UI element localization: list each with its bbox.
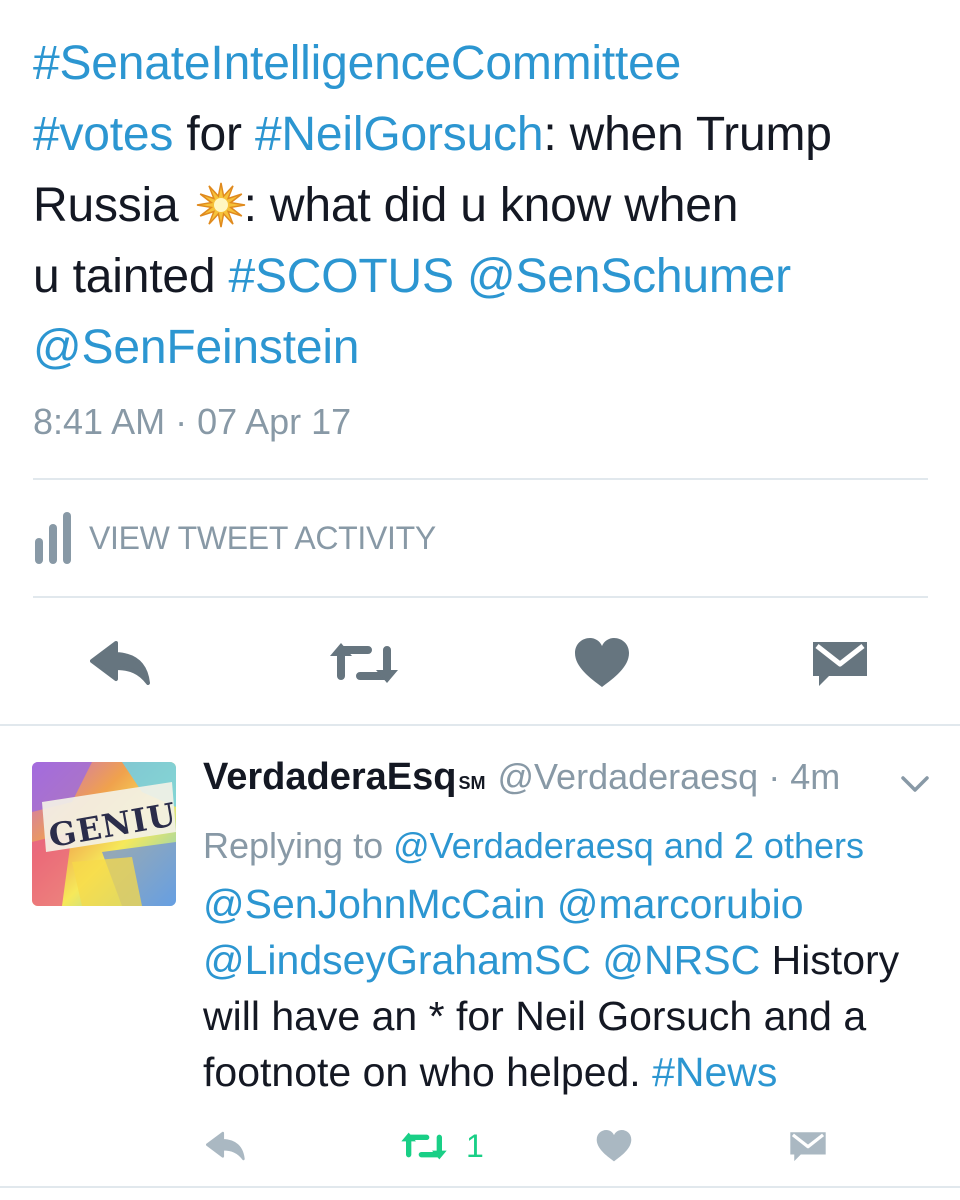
like-button[interactable] (570, 628, 634, 698)
reply-text: @SenJohnMcCain @marcorubio @LindseyGraham… (203, 876, 943, 1100)
chevron-down-icon[interactable] (900, 774, 930, 796)
collision-emoji-icon (196, 182, 245, 228)
tweet-text-segment (545, 881, 556, 927)
envelope-icon (813, 642, 867, 686)
mention-link[interactable]: @SenJohnMcCain (203, 881, 545, 927)
display-name[interactable]: VerdaderaEsq (203, 756, 456, 799)
text-line: footnote on who helped. #News (203, 1044, 943, 1100)
text-line: u tainted #SCOTUS @SenSchumer (33, 241, 943, 312)
bar-chart-icon (35, 512, 71, 564)
tweet-action-bar (0, 628, 960, 698)
hashtag-link[interactable]: #News (652, 1049, 777, 1095)
view-tweet-activity-link[interactable]: VIEW TWEET ACTIVITY (33, 512, 436, 564)
main-tweet: #SenateIntelligenceCommittee #votes for #… (0, 0, 960, 724)
tweet-text-segment: : when Trump (543, 108, 832, 161)
tweet-text-segment (454, 250, 467, 303)
text-line: #votes for #NeilGorsuch: when Trump (33, 99, 943, 170)
heart-icon (575, 638, 629, 687)
replying-prefix: Replying to (203, 825, 394, 866)
tweet-text-segment: u tainted (33, 250, 229, 303)
handle-and-time[interactable]: @Verdaderaesq · 4m (497, 756, 840, 798)
reply-tweet[interactable]: GENIUS VerdaderaEsq SM @Verdaderaesq · 4… (0, 726, 960, 1200)
reply-header: VerdaderaEsq SM @Verdaderaesq · 4m (203, 756, 840, 812)
view-tweet-activity-label: VIEW TWEET ACTIVITY (89, 519, 436, 556)
reply-icon (90, 641, 150, 685)
mention-link[interactable]: @marcorubio (557, 881, 804, 927)
text-line: Russia : what did u know when (33, 170, 943, 241)
hashtag-link[interactable]: #SCOTUS (229, 250, 455, 303)
tweet-text: #SenateIntelligenceCommittee #votes for #… (33, 28, 943, 383)
heart-icon (596, 1130, 632, 1162)
hashtag-link[interactable]: #NeilGorsuch (255, 108, 544, 161)
mention-link[interactable]: @SenFeinstein (33, 321, 360, 374)
envelope-icon (790, 1132, 826, 1162)
replying-targets-link[interactable]: @Verdaderaesq and 2 others (393, 825, 864, 866)
tweet-text-segment: Russia (33, 179, 192, 232)
retweet-button[interactable]: 1 (400, 1124, 510, 1168)
tweet-text-segment: will have an * for Neil Gorsuch and a (203, 993, 867, 1039)
mention-link[interactable]: @LindseyGrahamSC (203, 937, 591, 983)
replying-to: Replying to @Verdaderaesq and 2 others (203, 822, 864, 870)
hashtag-link[interactable]: #SenateIntelligenceCommittee (33, 37, 681, 90)
tweet-text-segment: for (173, 108, 255, 161)
divider (0, 1186, 960, 1188)
reply-icon (206, 1131, 245, 1161)
retweet-icon (401, 1132, 447, 1160)
mention-link[interactable]: @SenSchumer (467, 250, 791, 303)
retweet-button[interactable] (324, 628, 404, 698)
text-line: #SenateIntelligenceCommittee (33, 28, 943, 99)
mention-link[interactable]: @NRSC (602, 937, 760, 983)
retweet-count: 1 (466, 1127, 484, 1164)
service-mark: SM (458, 773, 486, 793)
text-line: @SenFeinstein (33, 312, 943, 383)
like-button[interactable] (594, 1124, 634, 1168)
direct-message-button[interactable] (808, 628, 872, 698)
retweet-icon (330, 643, 398, 683)
tweet-text-segment: History (760, 937, 900, 983)
avatar[interactable]: GENIUS (32, 762, 176, 906)
text-line: will have an * for Neil Gorsuch and a (203, 988, 943, 1044)
tweet-text-segment: : what did u know when (243, 179, 739, 232)
divider (33, 478, 928, 480)
hashtag-link[interactable]: #votes (33, 108, 173, 161)
tweet-text-segment: footnote on who helped. (203, 1049, 653, 1095)
text-line: @SenJohnMcCain @marcorubio (203, 876, 943, 932)
reply-action-bar: 1 (0, 1124, 960, 1168)
divider (33, 596, 928, 598)
tweet-text-segment (591, 937, 602, 983)
tweet-timestamp: 8:41 AM · 07 Apr 17 (33, 401, 352, 442)
text-line: @LindseyGrahamSC @NRSC History (203, 932, 943, 988)
reply-button[interactable] (204, 1124, 248, 1168)
reply-button[interactable] (86, 628, 156, 698)
direct-message-button[interactable] (788, 1124, 828, 1168)
